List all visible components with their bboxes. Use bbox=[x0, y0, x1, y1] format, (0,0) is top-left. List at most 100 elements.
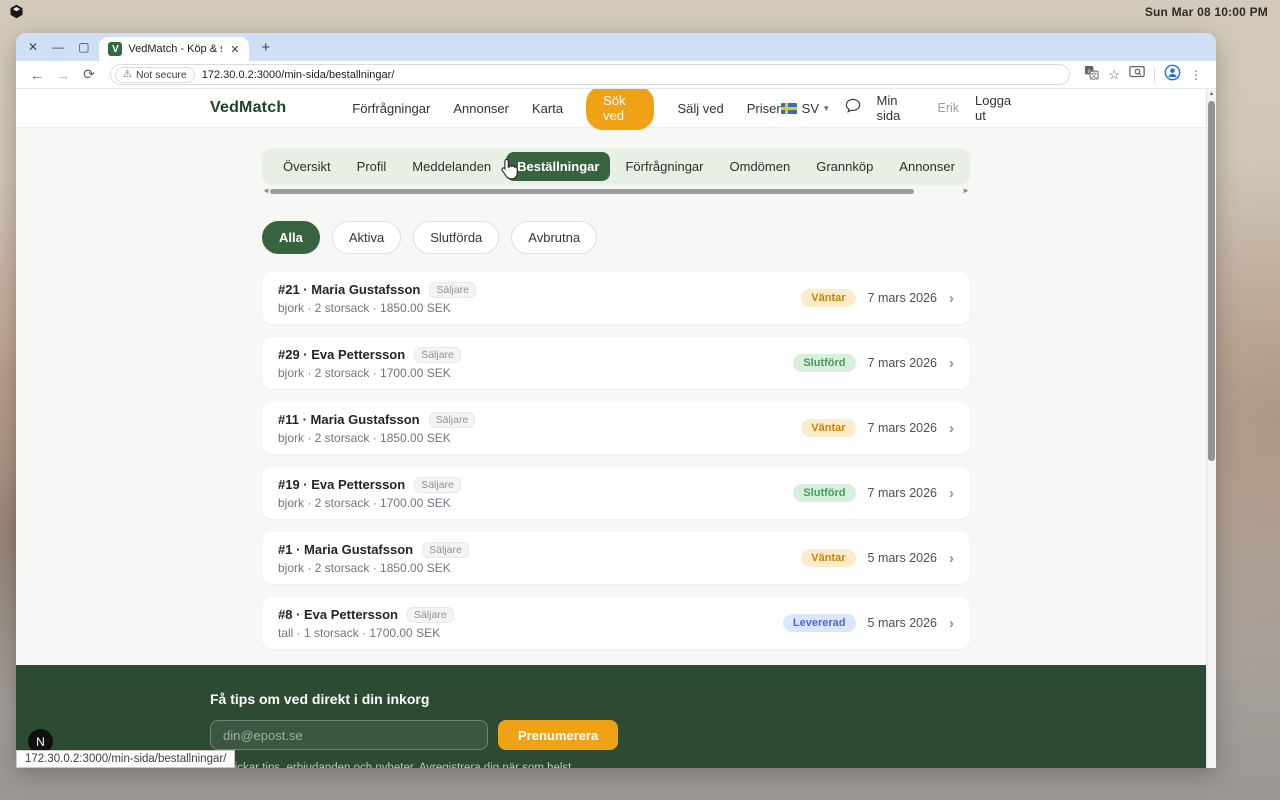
order-right: Väntar7 mars 2026› bbox=[801, 289, 954, 307]
account-tabs: ÖversiktProfilMeddelandenBeställningarFö… bbox=[262, 148, 970, 185]
order-status-badge: Väntar bbox=[801, 419, 855, 437]
order-title: #19 · Eva Pettersson bbox=[278, 477, 405, 492]
not-secure-label: Not secure bbox=[136, 69, 187, 81]
tab-annonser[interactable]: Annonser bbox=[888, 152, 966, 181]
profile-icon[interactable] bbox=[1164, 64, 1181, 86]
order-card[interactable]: #19 · Eva PetterssonSäljarebjork · 2 sto… bbox=[262, 467, 970, 519]
order-info: #11 · Maria GustafssonSäljare bjork · 2 s… bbox=[278, 412, 475, 445]
language-selector[interactable]: SV ▾ bbox=[781, 101, 829, 116]
toolbar-separator bbox=[1154, 68, 1155, 82]
newsletter-email-input[interactable] bbox=[210, 720, 488, 750]
order-title-row: #8 · Eva Pettersson Säljare bbox=[278, 607, 454, 623]
tab-best-llningar[interactable]: Beställningar bbox=[506, 152, 610, 181]
order-meta: bjork · 2 storsack · 1850.00 SEK bbox=[278, 561, 469, 575]
chat-icon[interactable] bbox=[845, 98, 861, 118]
tab-f-rfr-gningar[interactable]: Förfrågningar bbox=[614, 152, 714, 181]
order-title-row: #29 · Eva PetterssonSäljare bbox=[278, 347, 461, 363]
order-info: #8 · Eva PetterssonSäljaretall · 1 stors… bbox=[278, 607, 454, 640]
nav-item-s-k-ved[interactable]: Sök ved bbox=[586, 89, 654, 130]
order-card[interactable]: #29 · Eva PetterssonSäljarebjork · 2 sto… bbox=[262, 337, 970, 389]
chevron-right-icon: › bbox=[949, 290, 954, 307]
order-meta: bjork · 2 storsack · 1850.00 SEK bbox=[278, 431, 475, 445]
window-close-icon[interactable]: ✕ bbox=[28, 41, 38, 53]
browser-tab-strip: ✕ — ▢ V VedMatch - Köp & sälj ved ✕ + bbox=[16, 33, 1216, 61]
order-info: #21 · Maria GustafssonSäljarebjork · 2 s… bbox=[278, 282, 476, 315]
order-date: 5 mars 2026 bbox=[868, 551, 937, 565]
order-title: #8 · Eva Pettersson bbox=[278, 607, 398, 622]
browser-tab-title: VedMatch - Köp & sälj ved bbox=[128, 43, 222, 55]
vertical-scrollbar-thumb[interactable] bbox=[1208, 101, 1215, 461]
user-name: Erik bbox=[937, 101, 959, 115]
order-info: #19 · Eva PetterssonSäljarebjork · 2 sto… bbox=[278, 477, 461, 510]
new-tab-button[interactable]: + bbox=[261, 39, 270, 56]
window-maximize-icon[interactable]: ▢ bbox=[78, 41, 89, 53]
forward-icon[interactable]: → bbox=[52, 64, 74, 86]
order-card[interactable]: #11 · Maria GustafssonSäljare bjork · 2 s… bbox=[262, 402, 970, 454]
not-secure-chip[interactable]: ⚠ Not secure bbox=[115, 67, 195, 83]
order-date: 7 mars 2026 bbox=[868, 486, 937, 500]
address-bar[interactable]: ⚠ Not secure 172.30.0.2:3000/min-sida/be… bbox=[110, 64, 1070, 85]
tabs-scrollbar[interactable]: ◄ ► bbox=[262, 187, 970, 197]
main-nav: Förfrågningar Annonser Karta Sök ved Sälj ve… bbox=[352, 89, 780, 130]
page-content: VedMatch Förfrågningar Annonser Karta Sök v… bbox=[16, 89, 1216, 768]
window-minimize-icon[interactable]: — bbox=[52, 41, 64, 53]
order-role-badge: Säljare bbox=[429, 282, 476, 298]
translate-icon[interactable]: a文 bbox=[1084, 65, 1099, 85]
nav-item-priser[interactable]: Priser bbox=[747, 101, 781, 116]
nav-item-s-lj-ved[interactable]: Sälj ved bbox=[677, 101, 723, 116]
menu-dots-icon[interactable]: ⋮ bbox=[1190, 68, 1202, 82]
filter-alla[interactable]: Alla bbox=[262, 221, 320, 254]
toolbar-right-icons: a文 ☆ ⋮ bbox=[1080, 64, 1206, 86]
order-meta: bjork · 2 storsack · 1700.00 SEK bbox=[278, 496, 461, 510]
browser-window: ✕ — ▢ V VedMatch - Köp & sälj ved ✕ + ← … bbox=[16, 33, 1216, 768]
chevron-right-icon: › bbox=[949, 550, 954, 567]
tab-grannk-p[interactable]: Grannköp bbox=[805, 152, 884, 181]
nav-item-annonser[interactable]: Annonser bbox=[453, 101, 509, 116]
order-title-row: #11 · Maria GustafssonSäljare bbox=[278, 412, 475, 428]
order-date: 7 mars 2026 bbox=[868, 421, 937, 435]
subscribe-button[interactable]: Prenumerera bbox=[498, 720, 618, 750]
order-right: Väntar7 mars 2026› bbox=[801, 419, 954, 437]
order-title: #1 · Maria Gustafsson bbox=[278, 542, 413, 557]
tabs-scrollbar-thumb[interactable] bbox=[270, 189, 914, 194]
site-header: VedMatch Förfrågningar Annonser Karta Sök v… bbox=[16, 89, 1216, 128]
statusbar-url: 172.30.0.2:3000/min-sida/bestallningar/ bbox=[16, 750, 235, 768]
tab-omd-men[interactable]: Omdömen bbox=[719, 152, 802, 181]
filter-slutförda[interactable]: Slutförda bbox=[413, 221, 499, 254]
scroll-right-icon[interactable]: ► bbox=[962, 187, 970, 195]
nav-item-f-rfr-gningar[interactable]: Förfrågningar bbox=[352, 101, 430, 116]
filter-avbrutna[interactable]: Avbrutna bbox=[511, 221, 597, 254]
order-role-badge: Säljare bbox=[429, 412, 476, 428]
nav-item-karta[interactable]: Karta bbox=[532, 101, 563, 116]
order-date: 5 mars 2026 bbox=[868, 616, 937, 630]
browser-tab[interactable]: V VedMatch - Köp & sälj ved ✕ bbox=[99, 37, 249, 61]
order-role-badge: Säljare bbox=[407, 607, 454, 623]
language-label: SV bbox=[802, 101, 819, 116]
filter-aktiva[interactable]: Aktiva bbox=[332, 221, 401, 254]
order-card[interactable]: #21 · Maria GustafssonSäljarebjork · 2 s… bbox=[262, 272, 970, 324]
order-status-badge: Levererad bbox=[783, 614, 856, 632]
back-icon[interactable]: ← bbox=[26, 64, 48, 86]
order-status-badge: Slutförd bbox=[793, 484, 855, 502]
min-sida-link[interactable]: Min sida bbox=[877, 93, 922, 123]
reload-icon[interactable]: ⟳ bbox=[78, 64, 100, 86]
sweden-flag-icon bbox=[781, 103, 797, 114]
screen-search-icon[interactable] bbox=[1129, 65, 1145, 84]
tab--versikt[interactable]: Översikt bbox=[272, 152, 342, 181]
tab-close-icon[interactable]: ✕ bbox=[228, 43, 241, 56]
scroll-up-icon[interactable]: ▲ bbox=[1207, 91, 1216, 97]
tab-profil[interactable]: Profil bbox=[346, 152, 398, 181]
svg-text:文: 文 bbox=[1091, 70, 1098, 79]
order-status-badge: Väntar bbox=[801, 289, 855, 307]
window-controls: ✕ — ▢ bbox=[16, 41, 99, 53]
scroll-left-icon[interactable]: ◄ bbox=[262, 187, 270, 195]
bookmark-star-icon[interactable]: ☆ bbox=[1108, 67, 1120, 83]
site-logo[interactable]: VedMatch bbox=[210, 99, 286, 117]
tab-meddelanden[interactable]: Meddelanden bbox=[401, 152, 502, 181]
logout-link[interactable]: Logga ut bbox=[975, 93, 1022, 123]
chevron-right-icon: › bbox=[949, 485, 954, 502]
order-title-row: #1 · Maria GustafssonSäljare bbox=[278, 542, 469, 558]
vertical-scrollbar[interactable]: ▲ bbox=[1206, 89, 1216, 768]
order-card[interactable]: #8 · Eva PetterssonSäljaretall · 1 stors… bbox=[262, 597, 970, 649]
order-card[interactable]: #1 · Maria GustafssonSäljare bjork · 2 st… bbox=[262, 532, 970, 584]
